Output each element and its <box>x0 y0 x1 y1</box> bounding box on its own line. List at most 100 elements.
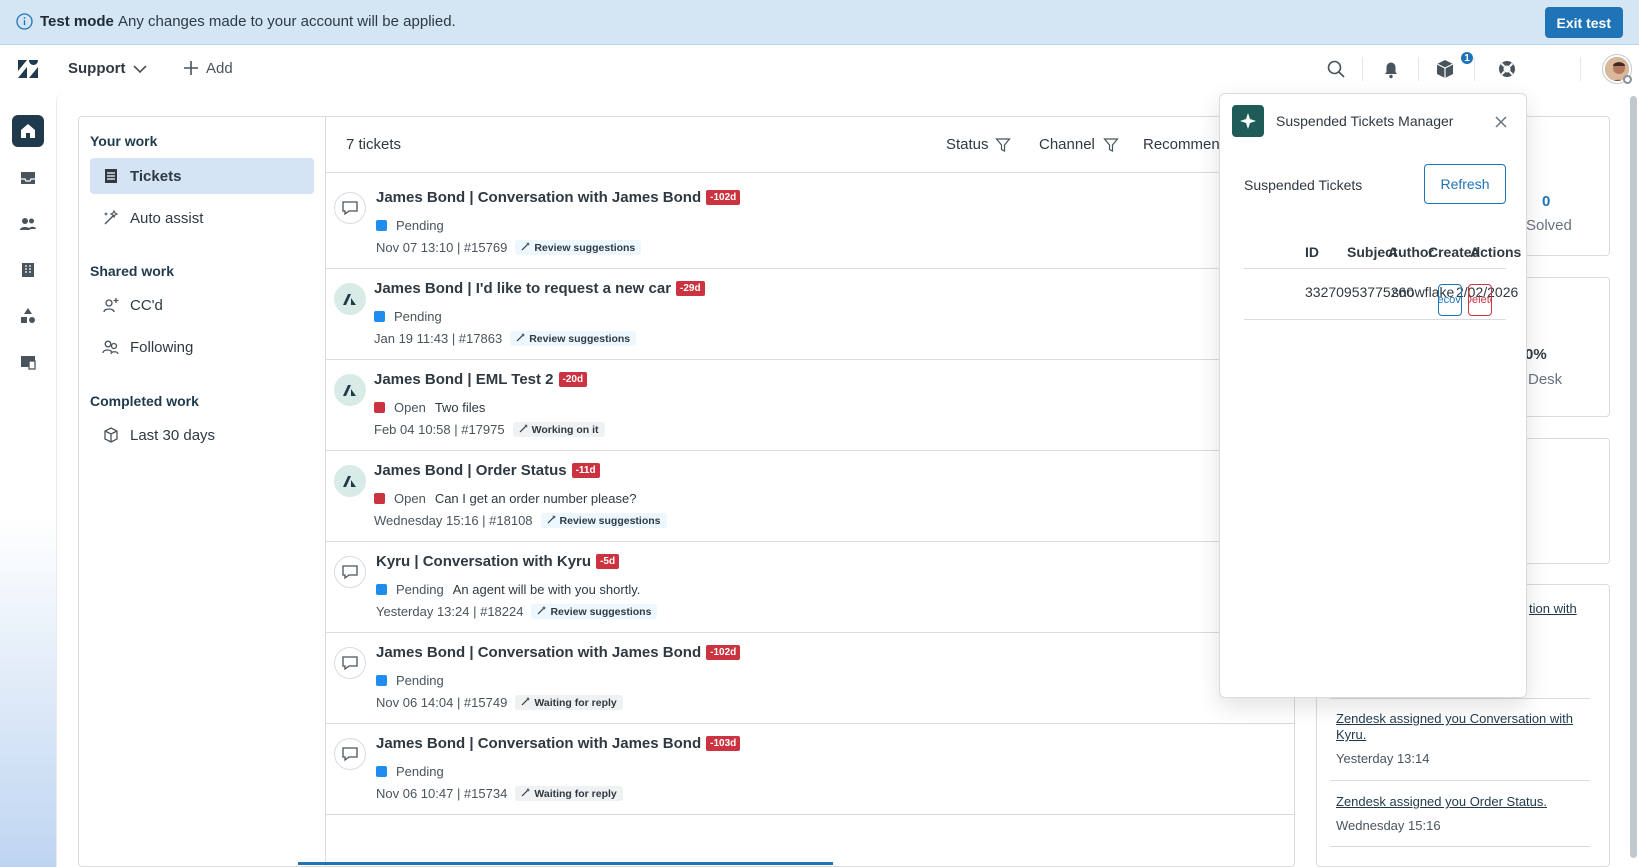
plus-icon[interactable] <box>182 59 200 77</box>
reporting-shapes-icon[interactable] <box>12 300 44 332</box>
ticket-subject[interactable]: James Bond | I'd like to request a new c… <box>374 280 705 297</box>
ai-tag[interactable]: Waiting for reply <box>515 695 623 710</box>
tag-label: Review suggestions <box>550 605 652 618</box>
sparkle-wand-icon <box>521 787 534 800</box>
status-square <box>376 675 387 686</box>
subject-text[interactable]: James Bond | Order Status <box>374 462 567 479</box>
delete-button[interactable]: Delete <box>1468 284 1492 316</box>
ticket-status-row: Pending <box>376 218 444 233</box>
subject-text[interactable]: James Bond | EML Test 2 <box>374 371 554 388</box>
ticket-subject[interactable]: Kyru | Conversation with Kyru -5d <box>376 553 620 570</box>
activity-link-fragment[interactable]: tion with <box>1529 601 1577 616</box>
banner-message: Any changes made to your account will be… <box>118 13 456 30</box>
customers-icon[interactable] <box>12 208 44 240</box>
view-following[interactable]: Following <box>90 329 314 365</box>
zendesk-channel-icon <box>334 465 366 497</box>
ticket-subject[interactable]: James Bond | EML Test 2 -20d <box>374 371 588 388</box>
ticket-status: Pending <box>396 673 444 688</box>
tag-label: Review suggestions <box>559 514 661 527</box>
view-label: Following <box>130 339 194 356</box>
ai-tag[interactable]: Review suggestions <box>510 331 637 346</box>
view-ccd[interactable]: CC'd <box>90 287 314 323</box>
status-filter[interactable]: Status <box>946 136 989 153</box>
add-button[interactable]: Add <box>206 60 233 77</box>
app-sparkle-icon <box>1232 105 1264 137</box>
home-icon[interactable] <box>12 115 44 147</box>
ticket-status-row: Open Can I get an order number please? <box>374 491 636 506</box>
ai-tag[interactable]: Waiting for reply <box>515 786 623 801</box>
ticket-row[interactable]: Kyru | Conversation with Kyru -5d Pending A… <box>326 538 1295 633</box>
column-header-id: ID <box>1305 244 1319 260</box>
subject-text[interactable]: James Bond | Conversation with James Bon… <box>376 735 701 752</box>
view-auto-assist[interactable]: Auto assist <box>90 200 314 236</box>
ticket-row[interactable]: James Bond | Conversation with James Bon… <box>326 174 1295 269</box>
filter-icon[interactable] <box>995 137 1011 153</box>
ticket-meta: Wednesday 15:16 | #18108 <box>374 513 533 528</box>
ai-tag[interactable]: Review suggestions <box>540 513 667 528</box>
inbox-icon <box>105 169 117 183</box>
info-icon <box>16 13 33 30</box>
due-badge: -102d <box>706 190 741 205</box>
ai-tag[interactable]: Review suggestions <box>531 604 658 619</box>
solved-count[interactable]: 0 <box>1542 193 1550 210</box>
subject-text[interactable]: James Bond | Conversation with James Bon… <box>376 644 701 661</box>
popup-subtitle: Suspended Tickets <box>1244 177 1363 193</box>
ticket-subject[interactable]: James Bond | Conversation with James Bon… <box>376 735 741 752</box>
chat-bubble-icon <box>334 647 366 679</box>
recover-button[interactable]: Recover <box>1438 284 1462 316</box>
close-icon[interactable] <box>1494 115 1508 129</box>
ticket-subject[interactable]: James Bond | Conversation with James Bon… <box>376 644 741 661</box>
status-square <box>374 493 385 504</box>
left-rail <box>0 93 56 867</box>
user-plus-icon <box>103 298 119 313</box>
filter-icon[interactable] <box>1103 137 1119 153</box>
ticket-preview: Can I get an order number please? <box>434 491 637 506</box>
ai-tag[interactable]: Review suggestions <box>515 240 642 255</box>
ticket-status-row: Pending <box>376 764 444 779</box>
recommended-filter[interactable]: Recommen <box>1143 136 1220 153</box>
ticket-meta: Nov 07 13:10 | #15769 <box>376 240 508 255</box>
workspaces-icon[interactable] <box>12 346 44 378</box>
products-cube-icon[interactable] <box>1433 57 1457 81</box>
product-switcher[interactable]: Support <box>68 60 126 77</box>
chevron-down-icon[interactable] <box>132 63 148 75</box>
top-nav: Support Add 1 <box>0 45 1639 93</box>
zendesk-logo-icon[interactable] <box>17 59 39 79</box>
ticket-row[interactable]: James Bond | Conversation with James Bon… <box>326 720 1295 815</box>
exit-test-button[interactable]: Exit test <box>1544 7 1623 38</box>
ticket-count: 7 tickets <box>346 136 402 153</box>
column-header-actions: Actions <box>1470 244 1522 260</box>
ticket-row[interactable]: James Bond | I'd like to request a new c… <box>326 265 1295 360</box>
chat-bubble-icon <box>334 192 366 224</box>
ticket-preview: An agent will be with you shortly. <box>452 582 641 597</box>
activity-link[interactable]: Zendesk assigned you Order Status. <box>1336 794 1590 810</box>
ticket-subject[interactable]: James Bond | Order Status -11d <box>374 462 600 479</box>
organizations-icon[interactable] <box>12 254 44 286</box>
ai-tag[interactable]: Working on it <box>512 422 605 437</box>
sparkle-wand-icon <box>521 696 534 709</box>
activity-time: Wednesday 15:16 <box>1336 818 1441 833</box>
bell-icon[interactable] <box>1379 57 1403 81</box>
activity-item: Zendesk assigned you Order Status. Wedne… <box>1336 794 1590 833</box>
help-lifebuoy-icon[interactable] <box>1495 57 1519 81</box>
ticket-row[interactable]: James Bond | Conversation with James Bon… <box>326 629 1295 724</box>
view-last-30-days[interactable]: Last 30 days <box>90 417 314 453</box>
search-icon[interactable] <box>1324 57 1348 81</box>
zendesk-channel-icon <box>334 374 366 406</box>
tag-label: Review suggestions <box>534 241 636 254</box>
ticket-row[interactable]: James Bond | Order Status -11d Open Can I g… <box>326 447 1295 542</box>
subject-text[interactable]: James Bond | Conversation with James Bon… <box>376 189 701 206</box>
refresh-button[interactable]: Refresh <box>1424 164 1506 204</box>
ticket-subject[interactable]: James Bond | Conversation with James Bon… <box>376 189 741 206</box>
subject-text[interactable]: Kyru | Conversation with Kyru <box>376 553 591 570</box>
ticket-row[interactable]: James Bond | EML Test 2 -20d Open Two files… <box>326 356 1295 451</box>
ticket-meta-row: Feb 04 10:58 | #17975 Working on it <box>374 422 605 437</box>
scrollbar-thumb[interactable] <box>1630 96 1637 858</box>
view-tickets[interactable]: Tickets <box>90 158 314 194</box>
subject-text[interactable]: James Bond | I'd like to request a new c… <box>374 280 671 297</box>
sparkle-wand-icon <box>537 605 550 618</box>
channel-filter[interactable]: Channel <box>1039 136 1095 153</box>
due-badge: -102d <box>706 645 741 660</box>
views-inbox-icon[interactable] <box>12 162 44 194</box>
activity-link[interactable]: Zendesk assigned you Conversation with K… <box>1336 711 1590 743</box>
